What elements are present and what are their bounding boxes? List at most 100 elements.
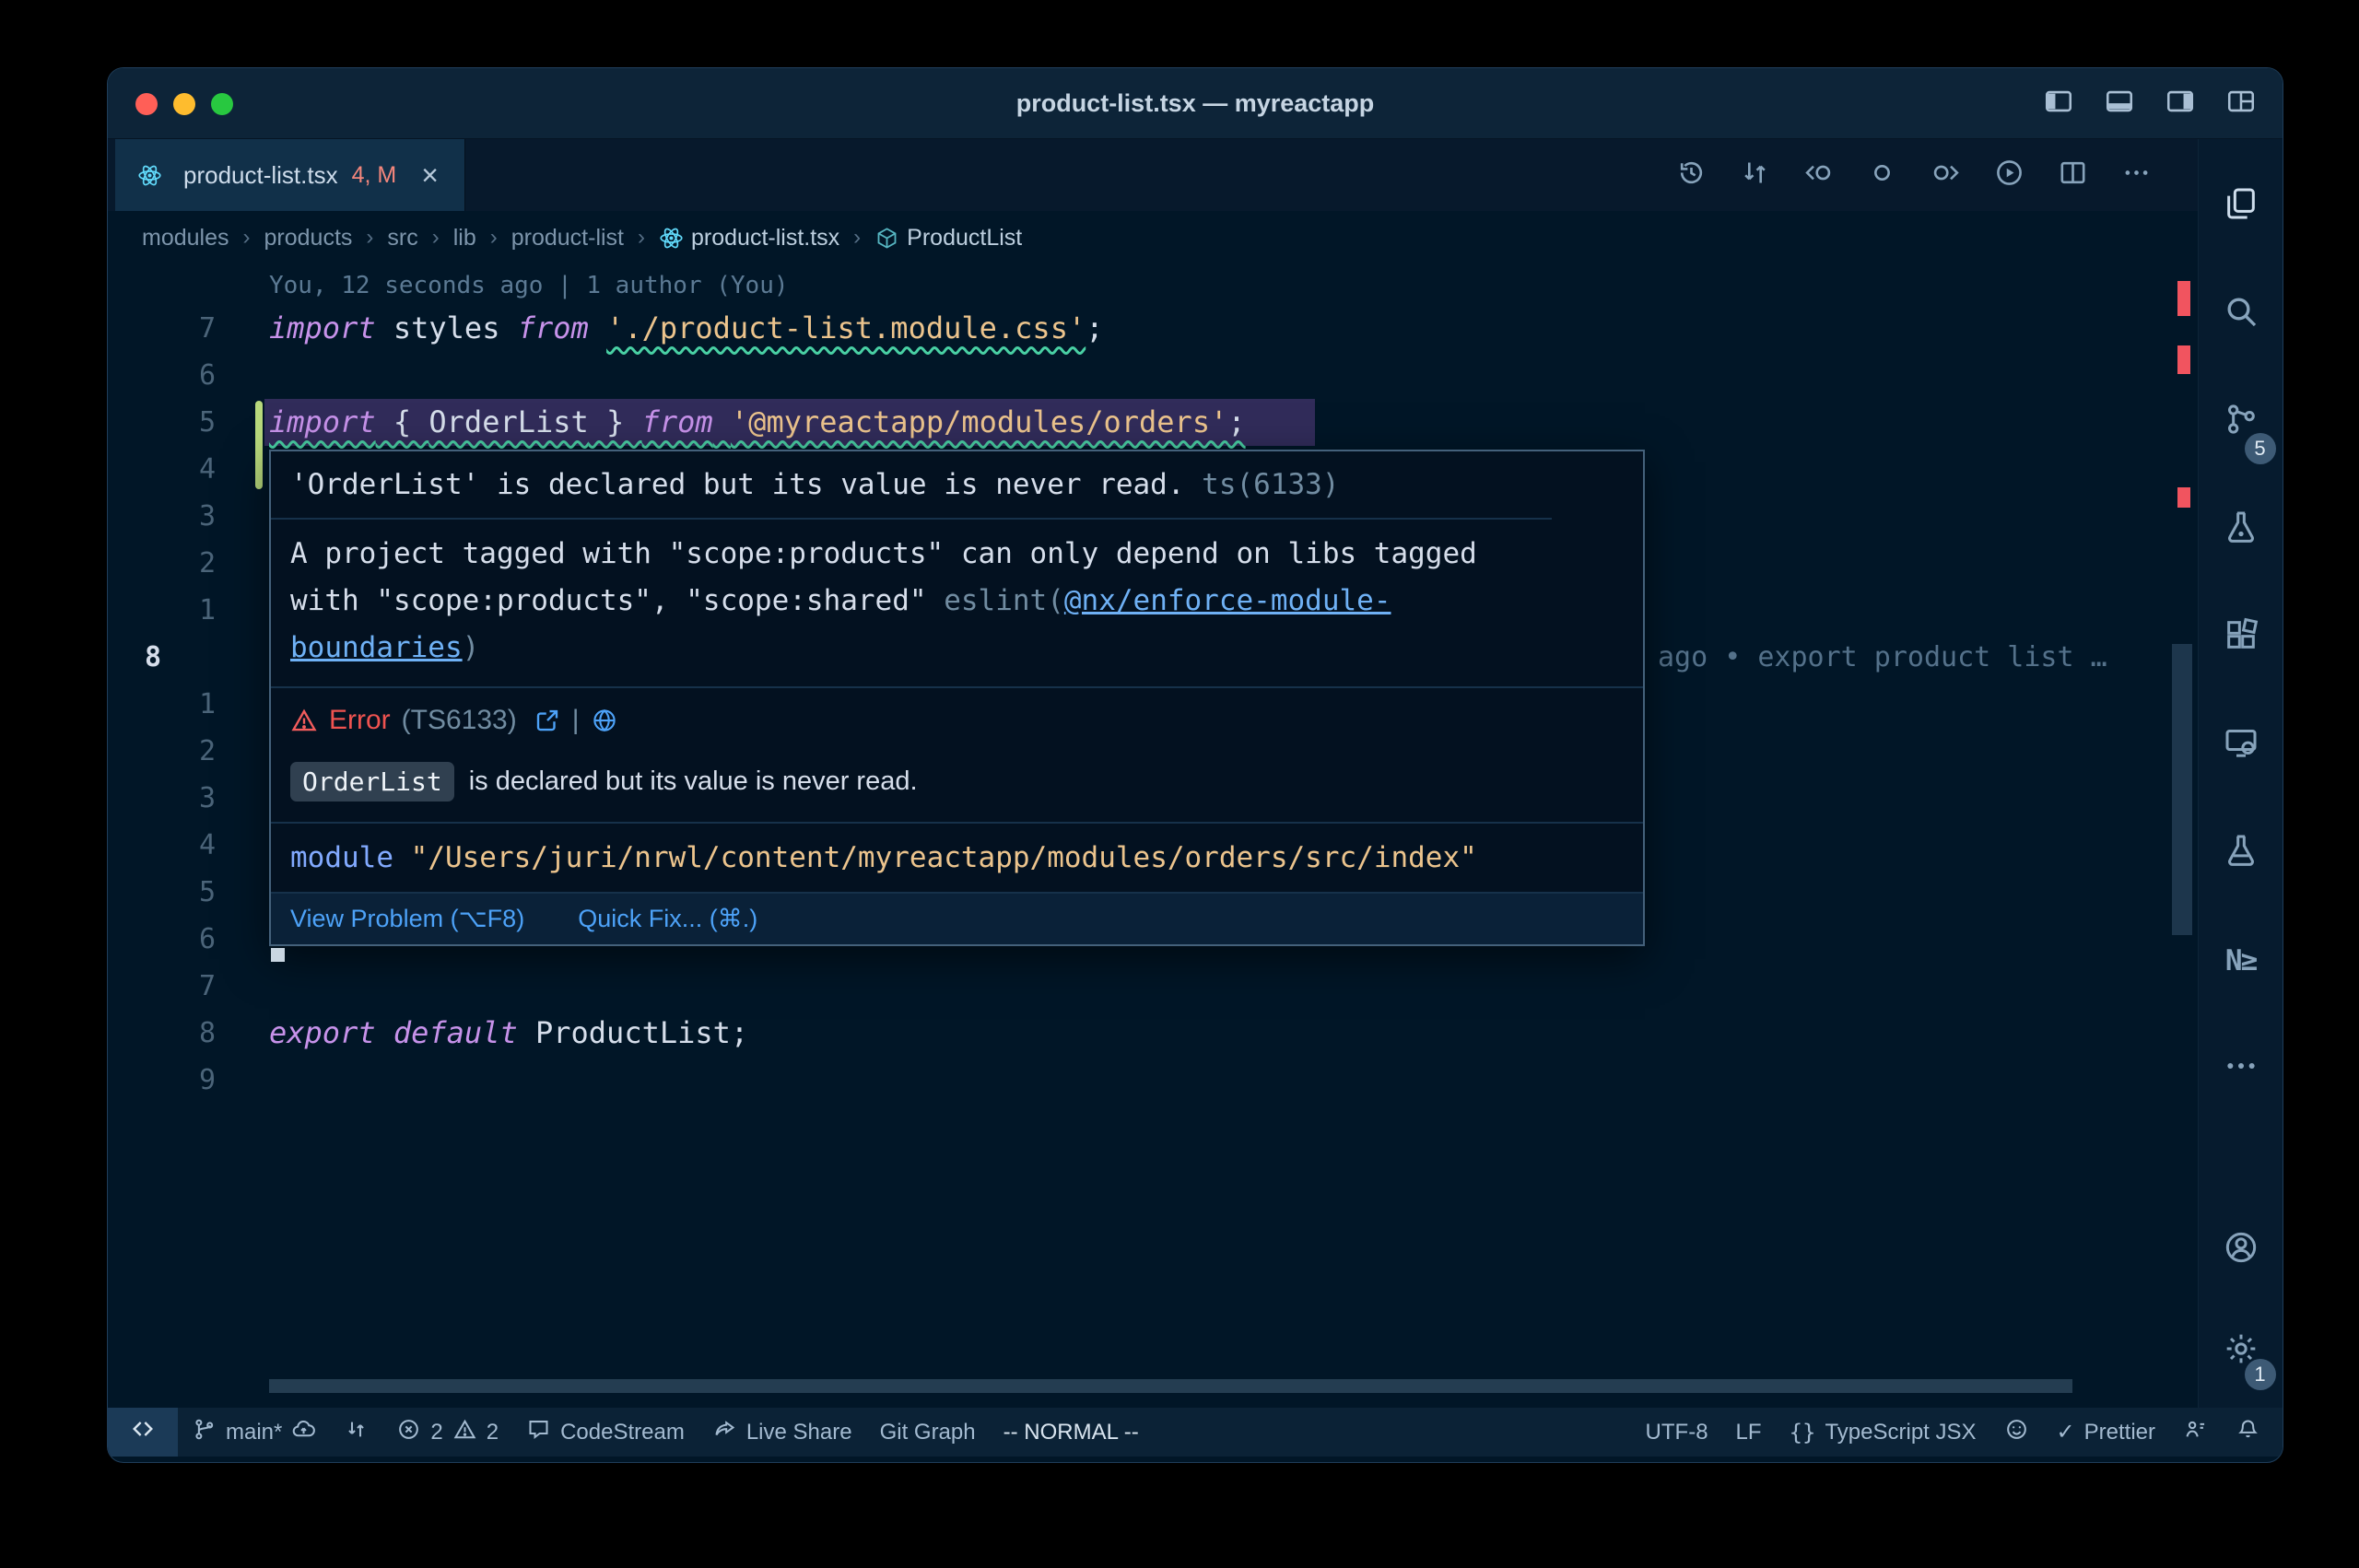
breadcrumb-separator: ›	[638, 225, 645, 251]
breadcrumb-separator: ›	[366, 225, 373, 251]
compare-status-item[interactable]	[330, 1408, 382, 1457]
feedback-person-item[interactable]	[2169, 1408, 2222, 1457]
run-icon[interactable]	[1994, 158, 2025, 193]
external-link-icon[interactable]	[534, 707, 561, 734]
breadcrumb-item-products[interactable]: products	[264, 225, 353, 252]
line-number: 6	[145, 352, 216, 399]
open-previous-change-icon[interactable]	[1803, 158, 1834, 193]
customize-layout-icon[interactable]	[2225, 86, 2257, 122]
liveshare-status-item[interactable]: Live Share	[698, 1408, 866, 1457]
hover-message-ts: 'OrderList' is declared but its value is…	[271, 451, 1643, 518]
horizontal-scrollbar[interactable]	[269, 1379, 2072, 1393]
line-number: 2	[145, 540, 216, 587]
eol-status-item[interactable]: LF	[1722, 1408, 1776, 1457]
toggle-primary-sidebar-icon[interactable]	[2043, 86, 2074, 122]
vertical-scrollbar-thumb[interactable]	[2172, 644, 2192, 935]
line-number: 4	[145, 822, 216, 869]
line-number: 5	[145, 869, 216, 916]
sidebar-item-extensions[interactable]	[2199, 583, 2283, 691]
sidebar-item-search[interactable]	[2199, 260, 2283, 368]
sidebar-item-remote-explorer[interactable]	[2199, 691, 2283, 799]
line-number: 7	[145, 963, 216, 1010]
vim-mode-status-item[interactable]: -- NORMAL --	[990, 1408, 1153, 1457]
feedback-smiley-item[interactable]	[1990, 1408, 2043, 1457]
breadcrumb-item-modules[interactable]: modules	[142, 225, 229, 252]
vscode-window: product-list.tsx — myreactapp product-li…	[107, 67, 2283, 1463]
open-change-icon[interactable]	[1867, 158, 1897, 193]
accounts-button[interactable]	[2199, 1199, 2283, 1300]
git-modified-gutter-indicator[interactable]	[255, 401, 263, 489]
braces-icon: {}	[1790, 1420, 1816, 1445]
sidebar-item-testing[interactable]	[2199, 799, 2283, 907]
codestream-status-item[interactable]: CodeStream	[512, 1408, 698, 1457]
bell-icon	[2236, 1417, 2260, 1448]
more-actions-icon[interactable]	[2121, 158, 2152, 193]
file-history-icon[interactable]	[1676, 158, 1707, 193]
overview-ruler-error-mark	[2177, 281, 2190, 316]
code-line-import-orderlist[interactable]: import { OrderList } from '@myreactapp/m…	[269, 399, 1246, 446]
hover-module-path: module "/Users/juri/nrwl/content/myreact…	[271, 822, 1643, 892]
notifications-item[interactable]	[2222, 1408, 2283, 1457]
split-editor-icon[interactable]	[2058, 158, 2088, 193]
problems-status-item[interactable]: 2 2	[382, 1408, 512, 1457]
encoding-status-item[interactable]: UTF-8	[1632, 1408, 1722, 1457]
react-file-icon	[659, 226, 684, 251]
inline-blame-text: ago • export product list …	[1658, 634, 2107, 681]
tab-product-list[interactable]: product-list.tsx 4, M ×	[115, 139, 465, 211]
compare-branch-icon	[344, 1417, 369, 1448]
check-icon: ✓	[2057, 1419, 2075, 1445]
tab-bar: product-list.tsx 4, M ×	[108, 139, 2200, 211]
prettier-status-item[interactable]: ✓ Prettier	[2043, 1408, 2169, 1457]
cloud-upload-icon	[291, 1417, 316, 1448]
code-line-export-default[interactable]: export default ProductList;	[269, 1010, 748, 1057]
diagnostic-code: ts(6133)	[1185, 468, 1340, 501]
breadcrumb-separator: ›	[243, 225, 251, 251]
breadcrumb-item-lib[interactable]: lib	[453, 225, 476, 252]
gitgraph-status-item[interactable]: Git Graph	[866, 1408, 990, 1457]
compare-changes-icon[interactable]	[1740, 158, 1770, 193]
codestream-icon	[526, 1417, 551, 1448]
explorer-icon	[2223, 185, 2259, 227]
breadcrumb-item-src[interactable]: src	[387, 225, 417, 252]
error-circle-icon	[396, 1417, 421, 1448]
code-line-import-styles[interactable]: import styles from './product-list.modul…	[269, 305, 1103, 352]
search-icon	[2223, 293, 2259, 334]
language-status-item[interactable]: {} TypeScript JSX	[1776, 1408, 1990, 1457]
testing-icon	[2223, 832, 2259, 873]
toggle-panel-icon[interactable]	[2104, 86, 2135, 122]
line-number: 1	[145, 587, 216, 634]
remote-explorer-icon	[2223, 724, 2259, 766]
breadcrumb-item-symbol[interactable]: ProductList	[874, 225, 1022, 252]
remote-indicator[interactable]	[108, 1408, 178, 1457]
symbol-cube-icon	[874, 226, 899, 251]
open-next-change-icon[interactable]	[1931, 158, 1961, 193]
breadcrumb-separator: ›	[490, 225, 498, 251]
live-share-icon	[712, 1417, 737, 1448]
globe-icon[interactable]	[591, 707, 618, 734]
editor-actions	[1676, 139, 2152, 211]
manage-badge: 1	[2245, 1359, 2276, 1390]
sidebar-item-explorer[interactable]	[2199, 152, 2283, 260]
manage-button[interactable]: 1	[2199, 1300, 2283, 1401]
accounts-icon	[2223, 1229, 2259, 1270]
line-number: 3	[145, 775, 216, 822]
window-title: product-list.tsx — myreactapp	[108, 68, 2283, 139]
line-number: 9	[145, 1057, 216, 1104]
sidebar-item-source-control[interactable]: 5	[2199, 368, 2283, 475]
breadcrumb-item-file[interactable]: product-list.tsx	[659, 225, 839, 252]
gitlens-codelens[interactable]: You, 12 seconds ago | 1 author (You)	[269, 266, 789, 305]
chip-message: is declared but its value is never read.	[469, 766, 918, 797]
activity-bar: 5 N≥ 1	[2198, 139, 2283, 1409]
breadcrumb-item-product-list[interactable]: product-list	[511, 225, 624, 252]
breadcrumb: modules › products › src › lib › product…	[108, 211, 2200, 264]
quick-fix-action[interactable]: Quick Fix... (⌘.)	[578, 905, 757, 933]
branch-status-item[interactable]: main*	[178, 1408, 330, 1457]
toggle-secondary-sidebar-icon[interactable]	[2165, 86, 2196, 122]
view-problem-action[interactable]: View Problem (⌥F8)	[290, 905, 524, 933]
sidebar-item-additional-views[interactable]	[2199, 1014, 2283, 1122]
close-tab-icon[interactable]: ×	[421, 160, 439, 190]
sidebar-item-nx-console[interactable]: N≥	[2199, 907, 2283, 1014]
line-number: 3	[145, 493, 216, 540]
symbol-chip: OrderList	[290, 762, 454, 802]
sidebar-item-debug[interactable]	[2199, 475, 2283, 583]
